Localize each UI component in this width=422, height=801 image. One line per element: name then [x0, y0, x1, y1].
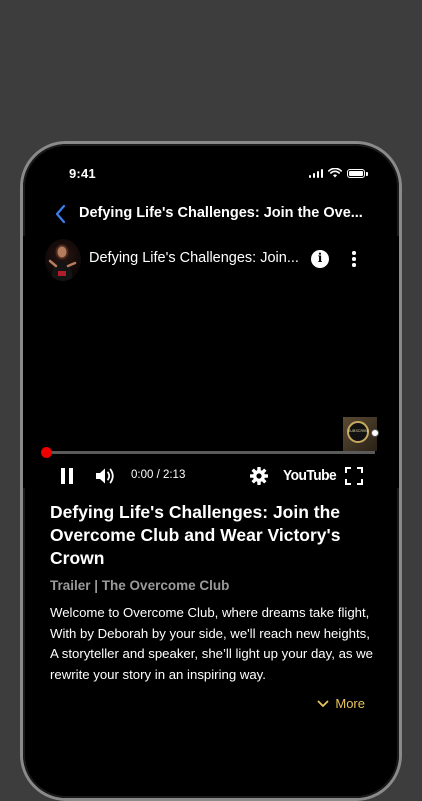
person-silhouette-icon: [48, 244, 77, 281]
phone-frame: 9:41 Defying Life's Challenges: Join the…: [20, 141, 402, 801]
settings-button[interactable]: [249, 466, 269, 486]
info-icon[interactable]: [311, 250, 329, 268]
youtube-logo[interactable]: YouTube: [283, 467, 337, 484]
status-icons: [308, 168, 368, 178]
episode-description: Welcome to Overcome Club, where dreams t…: [50, 605, 374, 682]
time-display: 0:00 / 2:13: [131, 469, 186, 481]
nav-title: Defying Life's Challenges: Join the Ove.…: [79, 205, 363, 221]
player-controls: 0:00 / 2:13 YouTube: [23, 464, 399, 490]
channel-avatar[interactable]: [45, 239, 81, 281]
episode-subline: Trailer | The Overcome Club: [50, 578, 230, 593]
fullscreen-button[interactable]: [345, 467, 363, 485]
gear-icon: [250, 467, 268, 485]
more-label: More: [335, 696, 365, 711]
fullscreen-icon: [345, 467, 363, 485]
watermark-dot-icon: [371, 429, 379, 437]
volume-icon: [96, 468, 114, 484]
video-player[interactable]: Defying Life's Challenges: Join... i SUB…: [23, 236, 399, 488]
chevron-down-icon: [317, 700, 329, 707]
progress-scrubber[interactable]: [41, 447, 52, 458]
cellular-signal-icon: [308, 168, 323, 178]
status-bar: 9:41: [23, 164, 399, 184]
nav-bar: Defying Life's Challenges: Join the Ove.…: [23, 199, 399, 229]
chevron-left-icon: [55, 204, 66, 224]
pause-button[interactable]: [57, 466, 77, 486]
status-time: 9:41: [69, 166, 96, 181]
subscribe-ring-icon: [347, 421, 369, 443]
battery-icon: [347, 168, 368, 178]
subscribe-watermark[interactable]: [343, 417, 379, 451]
volume-button[interactable]: [95, 466, 117, 486]
episode-headline: Defying Life's Challenges: Join the Over…: [50, 502, 341, 568]
more-button[interactable]: More: [317, 696, 365, 711]
video-title[interactable]: Defying Life's Challenges: Join...: [89, 250, 309, 266]
episode-details: Defying Life's Challenges: Join the Over…: [50, 501, 375, 685]
more-options-icon[interactable]: [345, 250, 363, 268]
back-button[interactable]: [51, 202, 71, 226]
wifi-icon: [328, 168, 342, 178]
progress-bar[interactable]: [41, 447, 375, 458]
